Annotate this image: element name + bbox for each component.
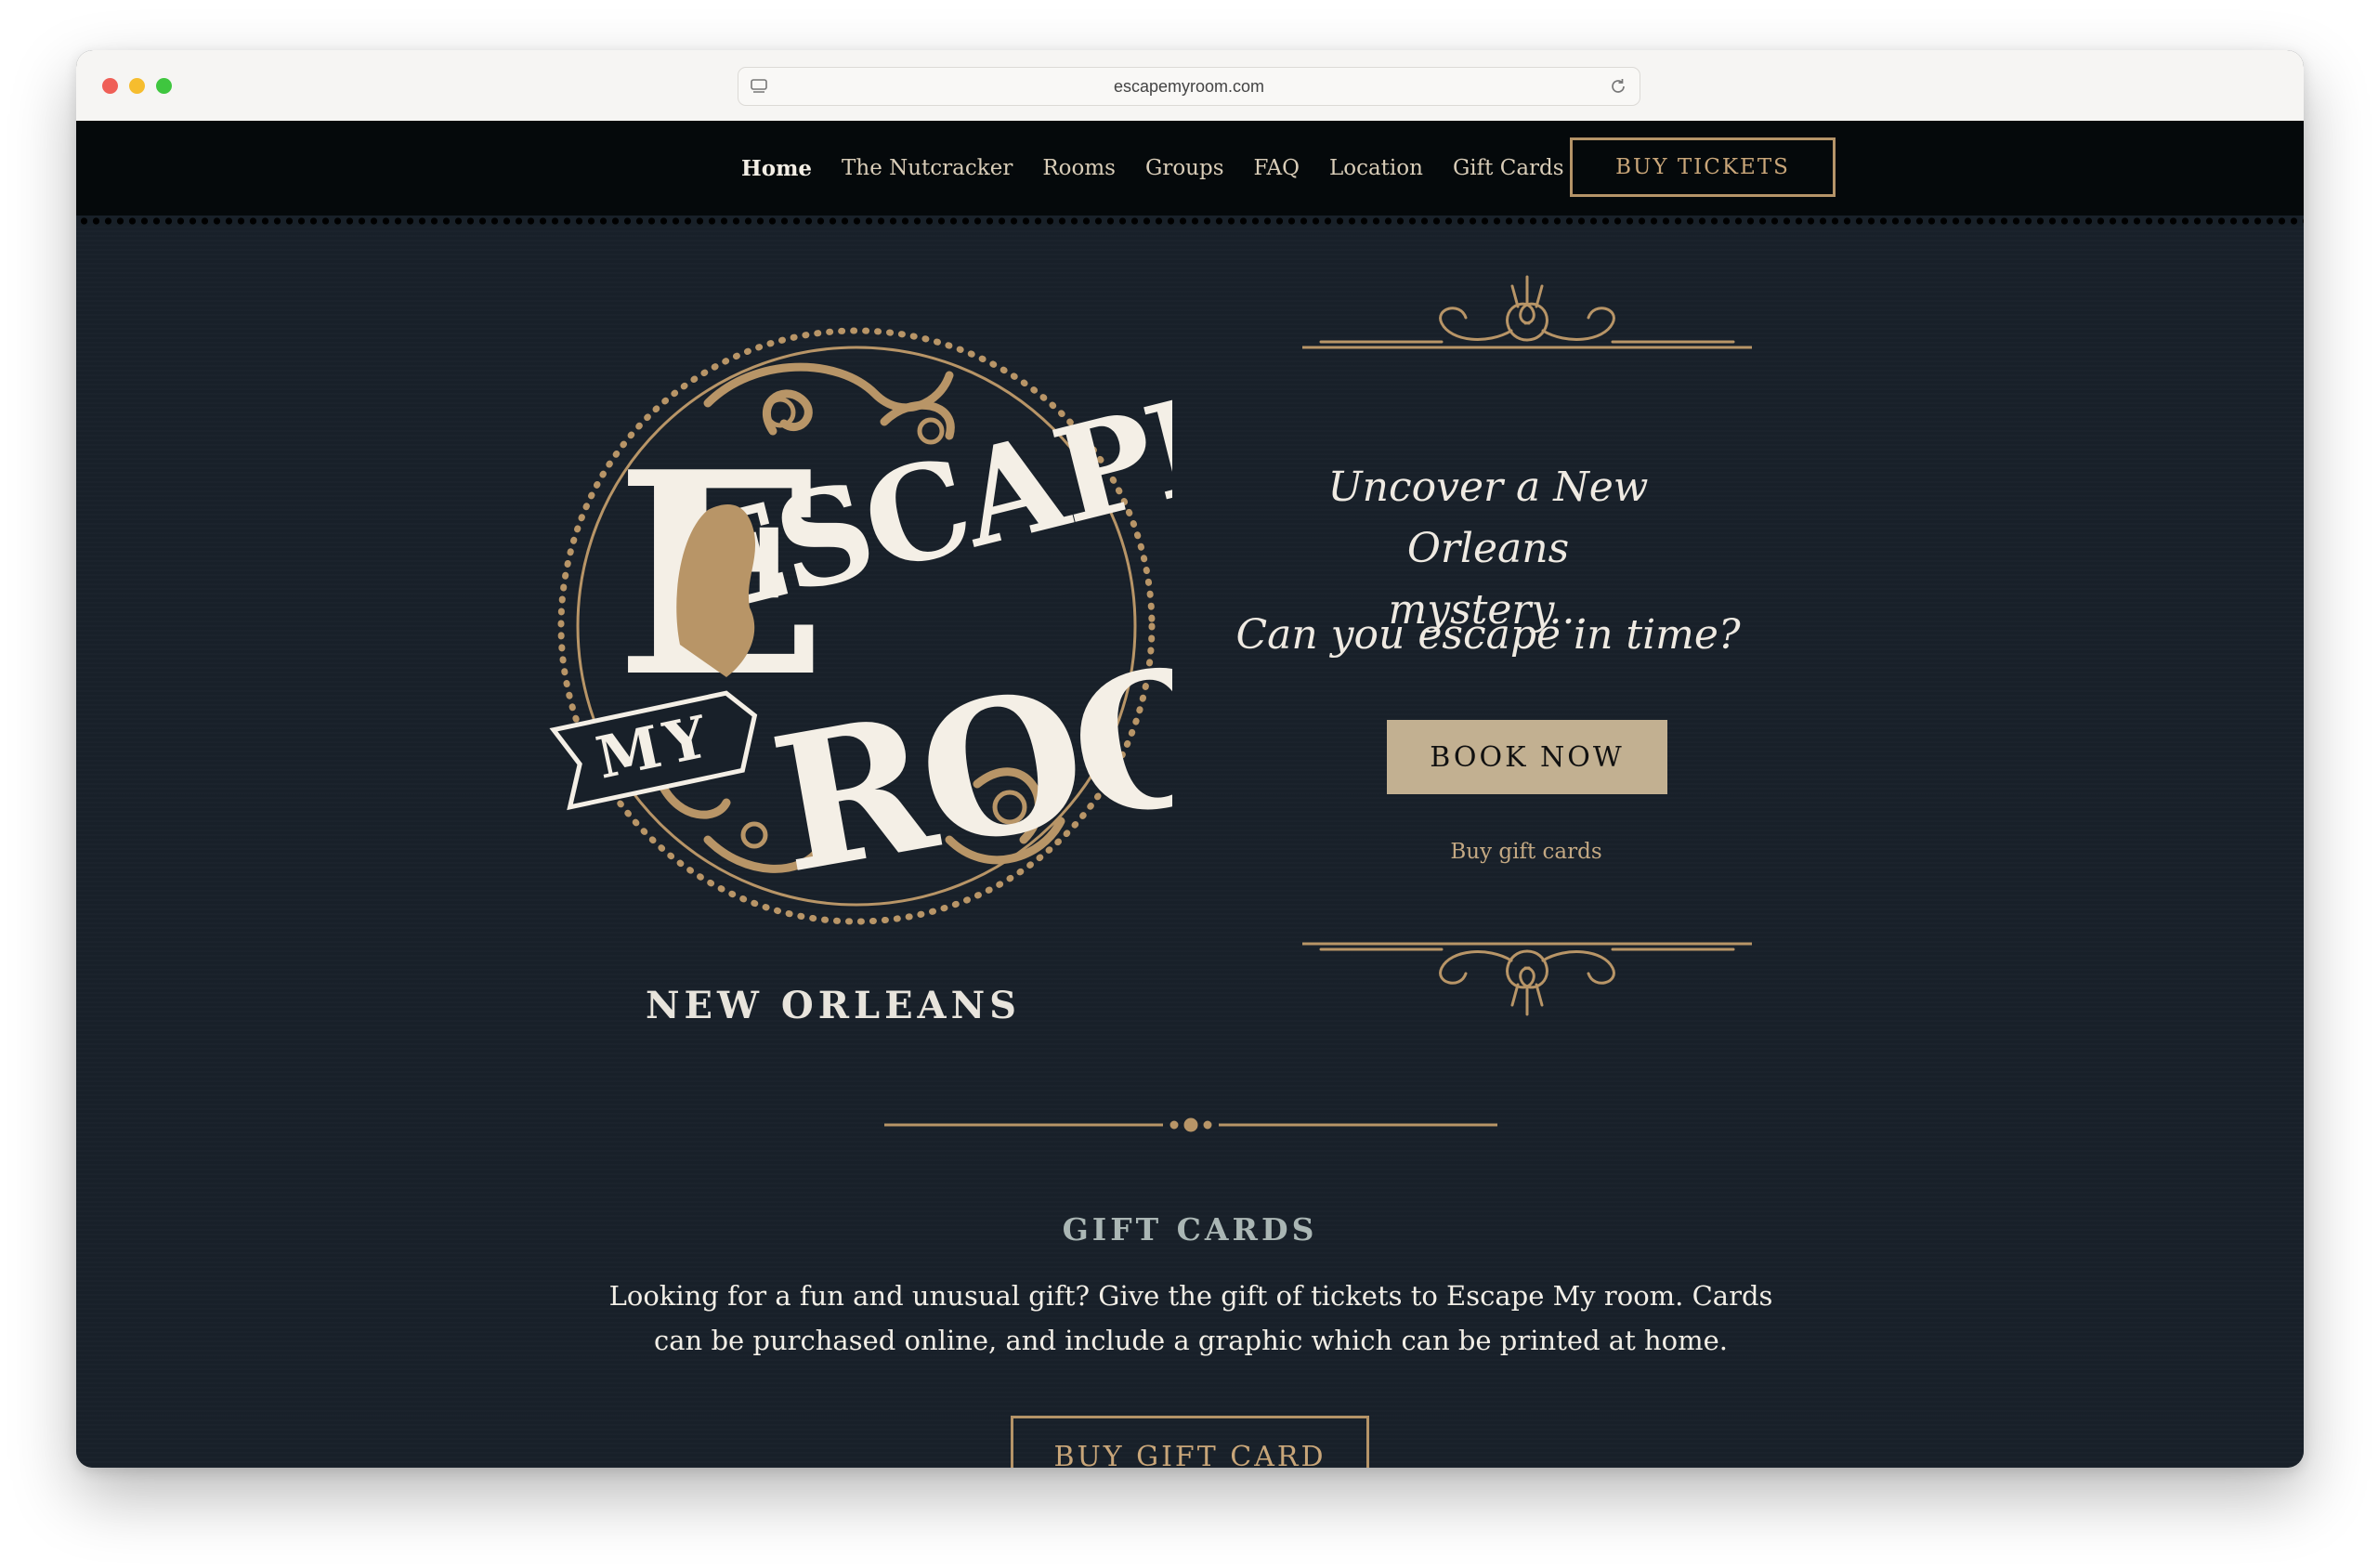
site-navbar: Home The Nutcracker Rooms Groups FAQ Loc… (76, 121, 2304, 216)
nav-item-the-nutcracker[interactable]: The Nutcracker (842, 156, 1013, 180)
minimize-window-button[interactable] (129, 78, 145, 94)
reload-icon[interactable] (1608, 76, 1628, 100)
gift-cards-description: Looking for a fun and unusual gift? Give… (608, 1280, 1773, 1356)
close-window-button[interactable] (102, 78, 118, 94)
nav-item-groups[interactable]: Groups (1145, 156, 1224, 180)
location-title: NEW ORLEANS (645, 984, 1022, 1027)
nav-links: Home The Nutcracker Rooms Groups FAQ Loc… (741, 121, 1564, 216)
nav-item-gift-cards[interactable]: Gift Cards (1453, 156, 1564, 180)
ornament-top (1302, 275, 1752, 349)
nav-item-rooms[interactable]: Rooms (1042, 156, 1116, 180)
tagline-line-1: Uncover a New Orleans (1327, 464, 1649, 572)
gift-cards-heading: GIFT CARDS (1062, 1211, 1318, 1248)
section-divider (884, 1117, 1497, 1132)
nav-item-home[interactable]: Home (741, 156, 812, 181)
nav-item-location[interactable]: Location (1329, 156, 1423, 180)
browser-window: escapemyroom.com Home The Nutcracker Roo… (76, 50, 2304, 1468)
ornament-bottom (1302, 942, 1752, 1016)
maximize-window-button[interactable] (156, 78, 172, 94)
nav-item-faq[interactable]: FAQ (1254, 156, 1300, 180)
address-bar[interactable]: escapemyroom.com (738, 67, 1640, 106)
buy-gift-card-button[interactable]: BUY GIFT CARD (1011, 1416, 1369, 1468)
escape-my-room-logo: E ESCAPE MY ROOM (549, 327, 1172, 925)
buy-gift-cards-link[interactable]: Buy gift cards (1340, 840, 1712, 864)
hero-section: E ESCAPE MY ROOM NEW ORLEANS (76, 227, 2304, 1468)
dotted-border (76, 216, 2304, 227)
browser-toolbar: escapemyroom.com (76, 50, 2304, 122)
book-now-button[interactable]: BOOK NOW (1387, 720, 1667, 794)
url-text: escapemyroom.com (1113, 77, 1265, 96)
tagline-question: Can you escape in time? (1235, 611, 1741, 659)
buy-tickets-button[interactable]: BUY TICKETS (1570, 137, 1836, 197)
